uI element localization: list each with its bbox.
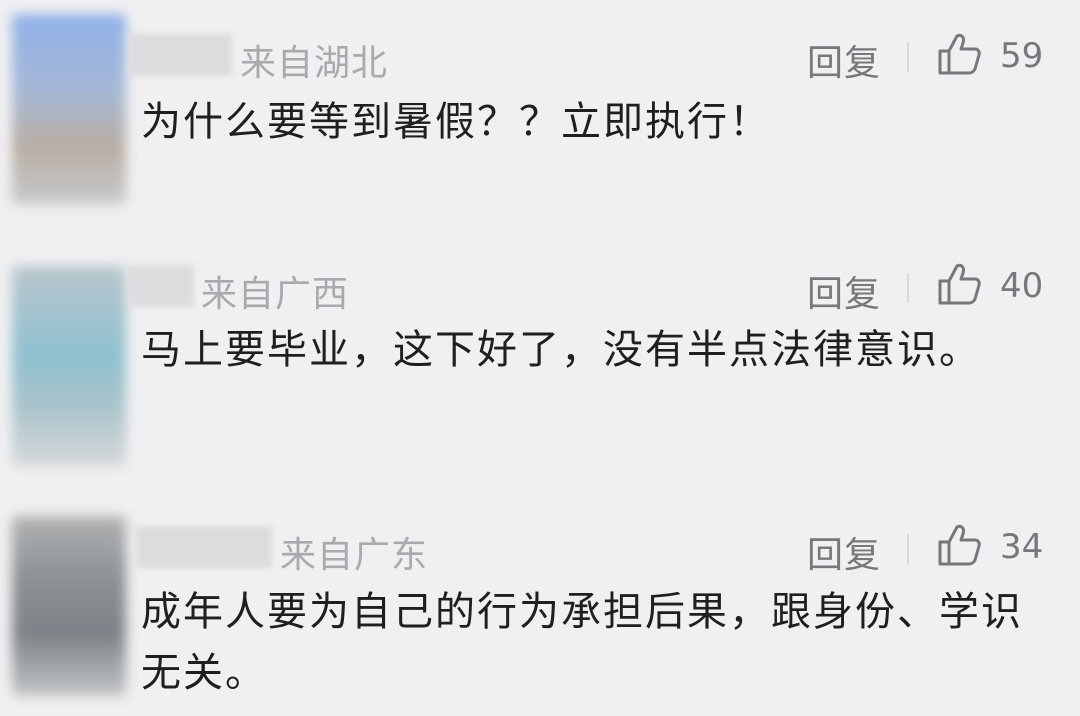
avatar[interactable] <box>12 516 126 696</box>
action-divider <box>907 273 909 303</box>
location-label: 来自广东 <box>280 535 429 576</box>
comment-item: 来自广东 回复 34 成年人要为自己的行为承担后果，跟身份、学识无关。 <box>0 494 1080 716</box>
thumbs-up-icon[interactable] <box>936 521 982 567</box>
action-divider <box>907 42 909 72</box>
thumbs-up-icon[interactable] <box>936 260 982 306</box>
username-blurred[interactable] <box>128 265 194 307</box>
reply-button[interactable]: 回复 <box>807 526 881 578</box>
comment-text: 为什么要等到暑假？？立即执行！ <box>141 99 771 145</box>
like-count: 34 <box>1000 527 1044 567</box>
username-blurred[interactable] <box>128 34 232 76</box>
comment-item: 来自广西 回复 40 马上要毕业，这下好了，没有半点法律意识。 <box>0 232 1080 494</box>
avatar[interactable] <box>12 266 126 466</box>
comment-text: 马上要毕业，这下好了，没有半点法律意识。 <box>141 327 981 373</box>
reply-button[interactable]: 回复 <box>807 265 881 317</box>
like-count: 59 <box>1000 36 1044 76</box>
reply-button[interactable]: 回复 <box>807 34 881 86</box>
location-label: 来自湖北 <box>240 43 389 84</box>
like-count: 40 <box>1000 266 1044 306</box>
thumbs-up-icon[interactable] <box>936 30 982 76</box>
comment-item: 来自湖北 回复 59 为什么要等到暑假？？立即执行！ <box>0 0 1080 232</box>
location-label: 来自广西 <box>201 274 350 315</box>
username-blurred[interactable] <box>136 526 272 568</box>
avatar[interactable] <box>12 14 126 204</box>
comment-text: 成年人要为自己的行为承担后果，跟身份、学识无关。 <box>141 589 1023 696</box>
action-divider <box>907 534 909 564</box>
